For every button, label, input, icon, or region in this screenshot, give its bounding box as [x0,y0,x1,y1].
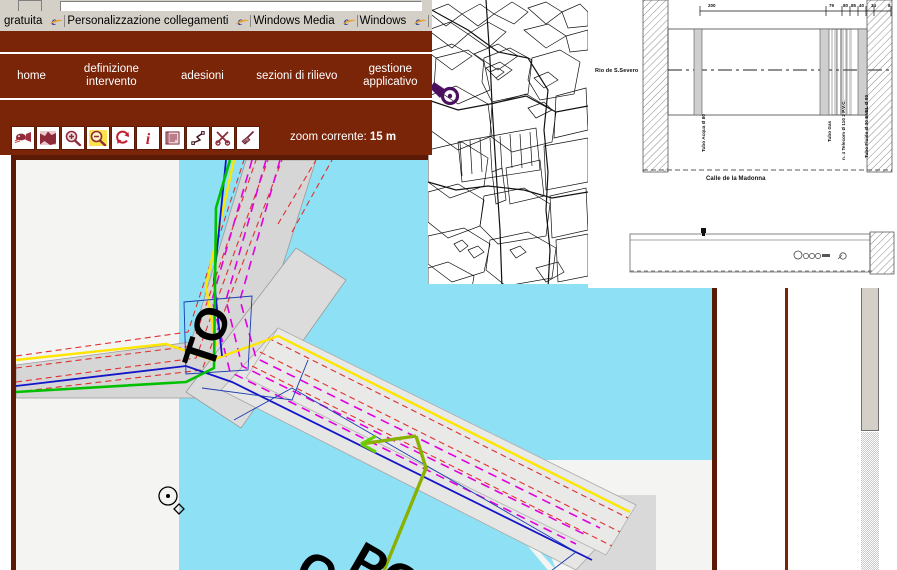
refresh-icon[interactable] [111,126,135,150]
section-bottom-label: Calle de la Madonna [706,176,766,182]
right-margin-filler [879,283,897,570]
link-item-windows-media[interactable]: e Windows Media [232,12,338,30]
ie-page-icon: e [49,14,66,28]
zoom-in-icon[interactable] [61,126,85,150]
ie-page-icon: e [413,14,430,28]
nav-item-home[interactable]: home [0,70,63,83]
dimension-value-5: 34 [871,3,877,8]
conduit-label-3: Tubo Fluido Ø 30 ENEL Ø 80 [864,94,869,158]
vertical-divider [785,283,788,570]
section-left-label: Rio de S.Severo [595,68,639,74]
link-label: Windows Media [253,15,335,27]
link-label: Windows [359,15,407,27]
zoom-status-value: 15 m [369,131,397,143]
dimension-value-6: 8 [888,3,891,8]
zoom-status: zoom corrente: 15 m [290,131,396,143]
link-item-truncated[interactable]: e I [410,12,432,30]
nav-item-sezioni-di-rilievo[interactable]: sezioni di rilievo [245,70,349,83]
gis-toolbar: i zoom corrente: 15 m [0,123,432,153]
nav-item-adesioni[interactable]: adesioni [160,70,245,83]
detail-wall [869,231,895,275]
nav-item-gestione-applicativo[interactable]: gestione applicativo [349,63,432,89]
dimension-value-1: 79 [829,3,835,8]
cadastral-map-panel[interactable] [428,0,588,288]
zoom-status-label: zoom corrente: [290,131,367,143]
cadastral-map-svg[interactable] [428,0,588,288]
right-scrollbar-thumb[interactable] [861,286,879,431]
section-wall-right [866,0,893,173]
section-detail-svg[interactable] [628,218,897,288]
gis-tool-group: i [11,126,261,150]
nav-label-line1: definizione [83,63,139,75]
info-icon[interactable]: i [136,126,160,150]
link-item-gratuita[interactable]: gratuita [0,12,46,30]
cadastral-water-edge [428,284,588,288]
conduit-label-0: Tubo Acqua Ø 80 [701,113,706,152]
dimension-value-0: 200 [708,3,716,8]
link-label: gratuita [4,15,43,27]
measure-icon[interactable] [186,126,210,150]
link-label: I [431,15,432,27]
nav-label-line2: intervento [86,76,137,88]
brush-icon[interactable] [236,126,260,150]
links-bar: gratuita e Personalizzazione collegament… [0,11,432,31]
nav-item-definizione-intervento[interactable]: definizione intervento [63,63,160,89]
svg-text:i: i [146,131,151,146]
nav-label: home [17,69,46,82]
cut-icon[interactable] [211,126,235,150]
conduit-label-2: n. 4 Telecom Ø 110 2 P.V.C. [841,100,846,160]
zoom-out-icon[interactable] [86,126,110,150]
link-item-personalizzazione[interactable]: e Personalizzazione collegamenti [46,12,232,30]
nav-label-line1: gestione [368,63,413,75]
browser-chrome: gratuita e Personalizzazione collegament… [0,0,432,31]
main-navigation: home definizione intervento adesioni sez… [0,54,432,100]
link-item-windows[interactable]: e Windows [339,12,411,30]
extent-full-icon[interactable] [36,126,60,150]
right-scrollbar-lower-area[interactable] [861,432,879,570]
conduit-label-1: Tubo Gas [827,120,832,142]
ie-page-icon: e [342,14,358,28]
section-wall-left [642,0,669,173]
nav-label: adesioni [180,69,224,82]
ie-page-icon: e [235,14,252,28]
dimension-value-2: 80 [843,3,849,8]
link-label: Personalizzazione collegamenti [67,15,229,27]
legend-icon[interactable] [161,126,185,150]
dimension-value-3: 85 [851,3,857,8]
header-band [0,31,432,54]
dimension-value-4: 40 [859,3,865,8]
nav-label: sezioni di rilievo [256,69,338,82]
pan-hand-icon[interactable] [11,126,35,150]
nav-label-line2: applicativo [363,76,418,88]
